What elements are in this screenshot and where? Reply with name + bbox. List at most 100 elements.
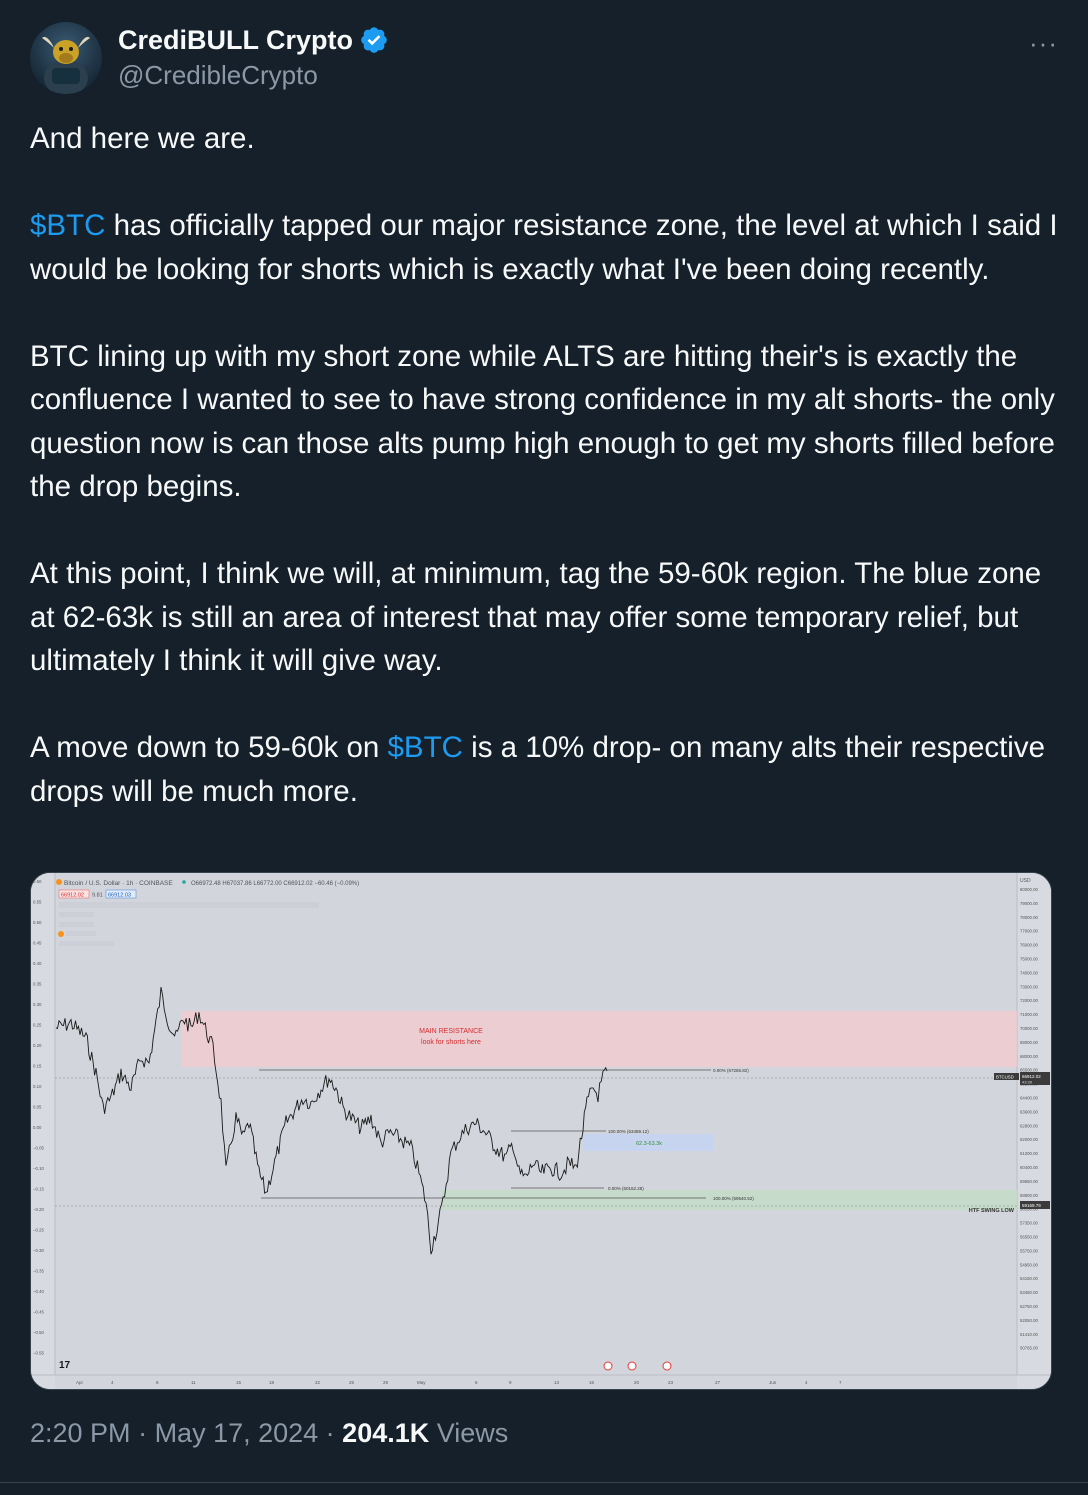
date-tick: 13: [554, 1380, 560, 1385]
fib-0-low: 0.00% (60162.28): [608, 1186, 644, 1191]
main-resistance-zone: [181, 1011, 1017, 1067]
price-tick: 58900.00: [1020, 1193, 1039, 1198]
left-tick: −0.20: [33, 1207, 44, 1212]
price-tick: 60400.00: [1020, 1165, 1039, 1170]
cashtag-btc[interactable]: $BTC: [30, 209, 105, 242]
fib-100-mid: 100.00% (63489.12): [608, 1129, 649, 1134]
price-box-spread: 9.81: [92, 893, 103, 899]
price-box-bid: 66912.02: [61, 893, 84, 899]
fib-100-low: 100.00% (59540.52): [713, 1196, 754, 1201]
price-tick: 51410.00: [1020, 1332, 1039, 1337]
price-tick: 69000.00: [1020, 1040, 1039, 1045]
price-tick: 61200.00: [1020, 1151, 1039, 1156]
tweet-time[interactable]: 2:20 PM: [30, 1418, 131, 1448]
left-tick: 0.25: [33, 1023, 42, 1028]
price-tick: 59650.00: [1020, 1179, 1039, 1184]
left-tick: −0.25: [33, 1228, 44, 1233]
left-tick: −0.10: [33, 1166, 44, 1171]
date-tick: 16: [589, 1380, 595, 1385]
price-tick: 54150.00: [1020, 1276, 1039, 1281]
price-tick: 70000.00: [1020, 1026, 1039, 1031]
date-tick: 15: [236, 1380, 242, 1385]
price-tick: 57350.00: [1020, 1221, 1039, 1226]
left-tick: −0.40: [33, 1289, 44, 1294]
left-tick: −0.45: [33, 1310, 44, 1315]
price-tick: 68000.00: [1020, 1054, 1039, 1059]
paragraph-5-pre: A move down to 59-60k on: [30, 731, 388, 764]
price-box-ask: 66912.03: [108, 893, 131, 899]
event-icon[interactable]: [603, 1361, 613, 1371]
price-tick: 76000.00: [1020, 943, 1039, 948]
price-tick: 78000.00: [1020, 915, 1039, 920]
paragraph-2: has officially tapped our major resistan…: [30, 209, 1066, 286]
price-tick: 64400.00: [1020, 1096, 1039, 1101]
btc-legend-icon: [56, 879, 62, 885]
left-tick: 0.30: [33, 1002, 42, 1007]
paragraph-3: BTC lining up with my short zone while A…: [30, 339, 1064, 504]
avatar[interactable]: [30, 22, 102, 94]
left-tick: −0.55: [33, 1351, 44, 1356]
left-tick: −0.30: [33, 1248, 44, 1253]
handle[interactable]: @CredibleCrypto: [118, 60, 389, 91]
us-flag-event-icon[interactable]: [662, 1361, 672, 1371]
more-options-icon[interactable]: ···: [1029, 28, 1058, 59]
left-tick: 0.20: [33, 1043, 42, 1048]
display-name[interactable]: CrediBULL Crypto: [118, 25, 353, 56]
resistance-sublabel: look for shorts here: [421, 1039, 481, 1046]
price-tick: 55750.00: [1020, 1248, 1039, 1253]
price-tick: 77000.00: [1020, 929, 1039, 934]
price-tick: 73000.00: [1020, 984, 1039, 989]
left-tick: 0.00: [33, 1125, 42, 1130]
date-tick: 11: [191, 1380, 196, 1385]
date-tick: Apr: [76, 1380, 84, 1385]
paragraph-4: At this point, I think we will, at minim…: [30, 557, 1050, 677]
price-tick: 66500.00: [1020, 1068, 1039, 1073]
paragraph-1: And here we are.: [30, 122, 255, 155]
tweet-header: CrediBULL Crypto @CredibleCrypto ···: [30, 20, 1058, 100]
current-price-tag: 66912.02: [1022, 1074, 1041, 1079]
left-tick: 0.40: [33, 961, 42, 966]
date-tick: 22: [315, 1380, 321, 1385]
btc-chart: Bitcoin / U.S. Dollar · 1h · COINBASE O6…: [31, 873, 1051, 1389]
left-tick: 0.15: [33, 1064, 42, 1069]
date-tick: 27: [715, 1380, 721, 1385]
left-tick: −0.05: [33, 1146, 44, 1151]
current-time-tag: 43:39: [1022, 1080, 1033, 1085]
market-open-icon: [182, 880, 186, 884]
currency-label: USD: [1020, 878, 1031, 884]
verified-badge-icon: [361, 27, 387, 53]
views-count: 204.1K: [342, 1418, 430, 1448]
htf-swing-low-label: HTF SWING LOW: [969, 1208, 1015, 1214]
price-tick: 52050.00: [1020, 1318, 1039, 1323]
us-flag-event-icon[interactable]: [627, 1361, 637, 1371]
price-tick: 52750.00: [1020, 1304, 1039, 1309]
left-tick: 0.50: [33, 920, 42, 925]
divider: [0, 1482, 1088, 1483]
cashtag-btc-2[interactable]: $BTC: [388, 731, 463, 764]
date-tick: May: [417, 1380, 426, 1385]
chart-image[interactable]: Bitcoin / U.S. Dollar · 1h · COINBASE O6…: [30, 872, 1052, 1390]
left-tick: 0.55: [33, 900, 42, 905]
left-tick: 0.05: [33, 1105, 42, 1110]
left-tick: 0.10: [33, 1084, 42, 1089]
price-tick: 62000.00: [1020, 1137, 1039, 1142]
price-tick: 62800.00: [1020, 1123, 1039, 1128]
price-tick: 72000.00: [1020, 998, 1039, 1003]
left-tick: −0.35: [33, 1269, 44, 1274]
resistance-label: MAIN RESISTANCE: [419, 1028, 483, 1035]
price-tick: 75000.00: [1020, 957, 1039, 962]
tweet-meta: 2:20 PM · May 17, 2024 · 204.1K Views: [30, 1418, 509, 1448]
symbol-header: Bitcoin / U.S. Dollar · 1h · COINBASE: [64, 880, 173, 887]
price-tick: 56550.00: [1020, 1235, 1039, 1240]
low-price-tag: 59169.79: [1022, 1203, 1041, 1208]
price-tick: 63600.00: [1020, 1109, 1039, 1114]
price-tick: 74000.00: [1020, 970, 1039, 975]
tweet-date[interactable]: May 17, 2024: [155, 1418, 319, 1448]
left-tick: 0.45: [33, 941, 42, 946]
date-tick: 29: [383, 1380, 389, 1385]
ohlc-readout: O66972.48 H67037.86 L66772.00 C66912.02 …: [191, 881, 359, 887]
left-tick: 0.35: [33, 982, 42, 987]
price-tick: 79000.00: [1020, 901, 1039, 906]
date-tick: 18: [269, 1380, 275, 1385]
date-tick: 23: [668, 1380, 674, 1385]
